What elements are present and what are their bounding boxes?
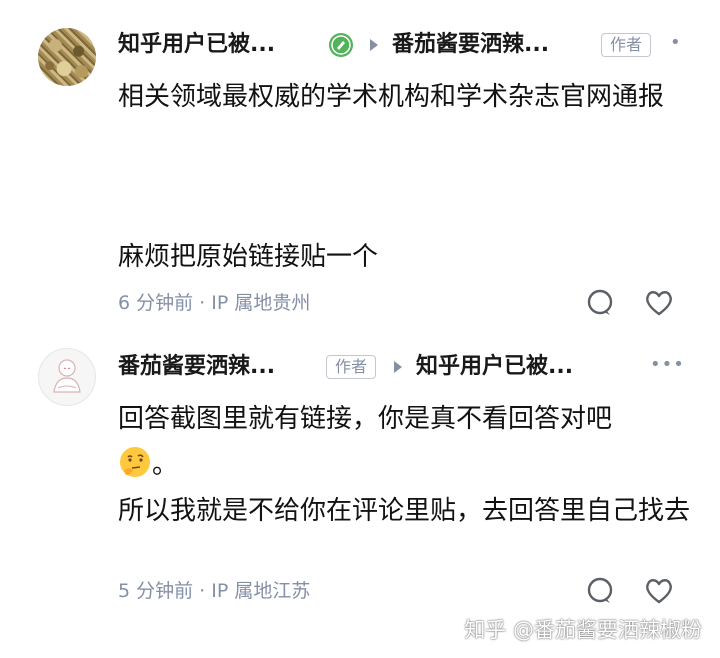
- avatar[interactable]: [38, 348, 96, 406]
- comment-text-tail: 。: [152, 450, 179, 480]
- comment-header: 番茄酱要洒辣... 作者 知乎用户已被... •••: [118, 350, 684, 384]
- reply-arrow-icon: [394, 361, 402, 373]
- comment-text: 麻烦把原始链接贴一个: [118, 234, 698, 280]
- comment-icon[interactable]: [585, 576, 615, 606]
- comment-text-line: 回答截图里就有链接，你是真不看回答对吧: [118, 404, 613, 434]
- like-icon[interactable]: [644, 576, 674, 606]
- reply-arrow-icon: [370, 39, 378, 51]
- comment-text: 回答截图里就有链接，你是真不看回答对吧 。 所以我就是不给你在评论里贴，去回答里…: [118, 396, 698, 534]
- reply-to-name[interactable]: 番茄酱要洒辣...: [392, 28, 549, 62]
- author-name[interactable]: 知乎用户已被...: [118, 28, 275, 62]
- comment-text-line: 。: [118, 442, 698, 488]
- reply-to-name[interactable]: 知乎用户已被...: [416, 350, 573, 384]
- more-icon[interactable]: •: [670, 28, 682, 62]
- comment-meta: 6 分钟前 · IP 属地贵州: [118, 292, 311, 314]
- author-name[interactable]: 番茄酱要洒辣...: [118, 350, 275, 384]
- comment-text-line: 所以我就是不给你在评论里贴，去回答里自己找去: [118, 496, 691, 526]
- comment-1: 知乎用户已被... 番茄酱要洒辣... 作者 • 相关领域最权威的学术机构和学术…: [0, 16, 720, 336]
- watermark: 知乎 @番茄酱要洒辣椒粉: [464, 618, 702, 642]
- avatar-figure-icon: [53, 359, 81, 393]
- comment-meta: 5 分钟前 · IP 属地江苏: [118, 580, 311, 602]
- verified-badge-icon: [329, 33, 353, 57]
- like-icon[interactable]: [644, 288, 674, 318]
- more-icon[interactable]: •••: [650, 350, 685, 384]
- avatar[interactable]: [38, 28, 96, 86]
- comment-icon[interactable]: [585, 288, 615, 318]
- thinking-emoji: [120, 447, 150, 477]
- author-badge: 作者: [601, 33, 652, 57]
- comment-text: 相关领域最权威的学术机构和学术杂志官网通报: [118, 74, 698, 120]
- comment-text-line: 相关领域最权威的学术机构和学术杂志官网通报: [118, 82, 665, 112]
- comment-2: 番茄酱要洒辣... 作者 知乎用户已被... ••• 回答截图里就有链接，你是真…: [0, 336, 720, 658]
- comment-text-line: 麻烦把原始链接贴一个: [118, 242, 379, 272]
- comment-header: 知乎用户已被... 番茄酱要洒辣... 作者 •: [118, 28, 682, 62]
- author-badge: 作者: [326, 355, 377, 379]
